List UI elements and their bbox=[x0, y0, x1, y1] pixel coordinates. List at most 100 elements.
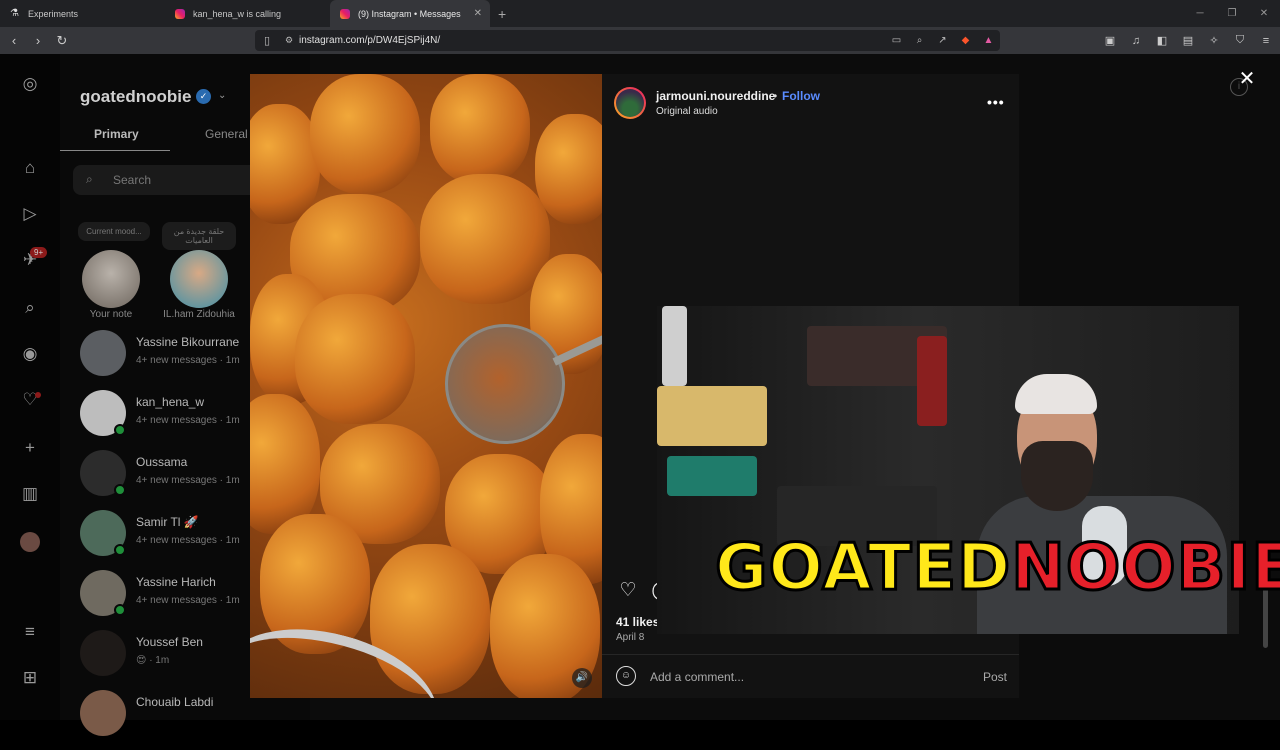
conversation-status: 4+ new messages · 1m bbox=[136, 535, 240, 546]
verified-icon: ✓ bbox=[196, 89, 211, 104]
instagram-icon bbox=[340, 8, 350, 19]
nav-rail: ◎ ⌂ ▷ ✈ 9+ ⌕ ◉ ♡ + ▥ ≡ ⊞ bbox=[0, 54, 60, 720]
instagram-icon bbox=[175, 8, 185, 19]
explore-icon[interactable]: ◉ bbox=[18, 342, 42, 366]
search-icon[interactable]: ⌕ bbox=[18, 296, 42, 320]
likes-count[interactable]: 41 likes bbox=[616, 615, 659, 629]
conversation-name: Oussama bbox=[136, 455, 188, 469]
food-piece bbox=[420, 174, 550, 304]
cap bbox=[1015, 374, 1097, 414]
note-avatar-2[interactable] bbox=[170, 250, 228, 308]
card-icon[interactable]: ▤ bbox=[1178, 34, 1198, 47]
conversation-name: Youssef Ben bbox=[136, 635, 203, 649]
author-username[interactable]: jarmouni.noureddine bbox=[656, 89, 775, 103]
scrollbar[interactable] bbox=[1262, 112, 1270, 712]
conversation-status: 4+ new messages · 1m bbox=[136, 415, 240, 426]
music-icon[interactable]: ♫ bbox=[1126, 35, 1146, 47]
vpn-icon[interactable]: ⛉ bbox=[1230, 34, 1250, 47]
conversation-status: 4+ new messages · 1m bbox=[136, 355, 240, 366]
new-tab-button[interactable]: + bbox=[498, 6, 506, 22]
online-indicator bbox=[114, 544, 126, 556]
cast-icon[interactable]: ▭ bbox=[885, 35, 908, 46]
ladle bbox=[445, 324, 565, 444]
conversation-name: Yassine Bikourrane bbox=[136, 335, 240, 349]
menu-icon[interactable]: ≡ bbox=[18, 620, 42, 644]
food-piece bbox=[250, 394, 320, 534]
minimize-button[interactable]: ─ bbox=[1184, 0, 1216, 27]
comment-input[interactable]: Add a comment... bbox=[650, 670, 744, 684]
backdrop-item bbox=[662, 306, 687, 386]
post-button[interactable]: Post bbox=[983, 670, 1007, 684]
browser-navbar: ‹ › ↻ ▯ ⚙ instagram.com/p/DW4EjSPij4N/ ▭… bbox=[0, 27, 1280, 54]
audio-label[interactable]: Original audio bbox=[656, 106, 718, 117]
flask-icon: ⚗ bbox=[10, 7, 19, 19]
author-avatar[interactable] bbox=[614, 87, 646, 119]
window-close-button[interactable]: ✕ bbox=[1248, 0, 1280, 27]
close-tab-icon[interactable]: ✕ bbox=[474, 8, 482, 19]
home-icon[interactable]: ⌂ bbox=[18, 156, 42, 180]
tab-call[interactable]: kan_hena_w is calling bbox=[165, 0, 330, 27]
leo-icon[interactable]: ✧ bbox=[1204, 34, 1224, 47]
instagram-icon[interactable]: ◎ bbox=[18, 72, 42, 96]
tab-primary[interactable]: Primary bbox=[94, 127, 139, 141]
forward-icon[interactable]: › bbox=[28, 33, 48, 48]
list-item[interactable]: Chouaib Labdi bbox=[80, 690, 310, 750]
backdrop-item bbox=[667, 456, 757, 496]
chevron-down-icon[interactable]: ⌄ bbox=[218, 90, 226, 101]
address-bar[interactable]: ▯ ⚙ instagram.com/p/DW4EjSPij4N/ ▭ ⌕ ↗ ◆… bbox=[255, 30, 1000, 51]
more-options-icon[interactable]: ••• bbox=[987, 94, 1005, 110]
conversation-name: kan_hena_w bbox=[136, 395, 205, 409]
like-icon[interactable]: ♡ bbox=[616, 579, 640, 603]
separator-dot: • bbox=[773, 89, 778, 103]
close-icon[interactable]: ✕ bbox=[1237, 66, 1257, 91]
rewards-icon[interactable]: ▲ bbox=[977, 35, 1000, 46]
backdrop-item bbox=[917, 336, 947, 426]
note-text: حلقة جديدة من العاميات bbox=[162, 222, 236, 250]
url-text[interactable]: instagram.com/p/DW4EjSPij4N/ bbox=[299, 35, 885, 46]
beard bbox=[1021, 441, 1093, 511]
online-indicator bbox=[114, 424, 126, 436]
conversation-name: Chouaib Labdi bbox=[136, 695, 214, 709]
online-indicator bbox=[114, 604, 126, 616]
online-indicator bbox=[114, 484, 126, 496]
back-icon[interactable]: ‹ bbox=[4, 33, 24, 48]
food-piece bbox=[295, 294, 415, 424]
post-date: April 8 bbox=[616, 632, 645, 643]
food-piece bbox=[310, 74, 420, 194]
logo-part1: GOATED bbox=[713, 530, 1012, 607]
instagram-page: ◎ ⌂ ▷ ✈ 9+ ⌕ ◉ ♡ + ▥ ≡ ⊞ goatednoobie ✓ … bbox=[0, 54, 1280, 736]
zoom-icon[interactable]: ⌕ bbox=[908, 35, 931, 46]
follow-button[interactable]: Follow bbox=[782, 89, 820, 103]
reload-icon[interactable]: ↻ bbox=[52, 33, 72, 49]
brave-shield-icon[interactable]: ◆ bbox=[954, 35, 977, 46]
sidebar-icon[interactable]: ◧ bbox=[1152, 34, 1172, 47]
dashboard-icon[interactable]: ▥ bbox=[18, 482, 42, 506]
share-page-icon[interactable]: ↗ bbox=[931, 35, 954, 46]
food-piece bbox=[535, 114, 602, 224]
food-piece bbox=[430, 74, 530, 184]
emoji-icon[interactable]: ☺ bbox=[616, 666, 636, 686]
tab-experiments[interactable]: ⚗ Experiments bbox=[0, 0, 165, 27]
search-icon: ⌕ bbox=[86, 172, 93, 186]
create-icon[interactable]: + bbox=[18, 436, 42, 460]
site-info-icon[interactable]: ⚙ bbox=[279, 35, 299, 46]
bookmark-icon[interactable]: ▯ bbox=[255, 34, 279, 47]
profile-avatar[interactable] bbox=[20, 532, 40, 552]
reels-icon[interactable]: ▷ bbox=[18, 202, 42, 226]
tab-messages[interactable]: (9) Instagram • Messages ✕ bbox=[330, 0, 490, 27]
conversation-status: 😍 · 1m bbox=[136, 655, 170, 666]
note-avatar-1[interactable] bbox=[82, 250, 140, 308]
wallet-icon[interactable]: ▣ bbox=[1100, 34, 1120, 47]
note-label-2: IL.ham Zidouhia bbox=[163, 309, 235, 320]
menu-icon[interactable]: ≡ bbox=[1256, 35, 1276, 47]
volume-icon[interactable]: 🔊 bbox=[572, 668, 592, 688]
note-text: Current mood... bbox=[78, 222, 150, 241]
extensions-bar: ▣ ♫ ◧ ▤ ✧ ⛉ ≡ bbox=[1094, 27, 1276, 54]
maximize-button[interactable]: ❐ bbox=[1216, 0, 1248, 27]
tab-general[interactable]: General bbox=[205, 127, 248, 141]
post-media[interactable]: 🔊 bbox=[250, 74, 602, 698]
meta-icon[interactable]: ⊞ bbox=[18, 666, 42, 690]
inbox-username[interactable]: goatednoobie bbox=[80, 87, 191, 107]
conversation-name: Yassine Harich bbox=[136, 575, 216, 589]
search-placeholder: Search bbox=[113, 173, 152, 187]
